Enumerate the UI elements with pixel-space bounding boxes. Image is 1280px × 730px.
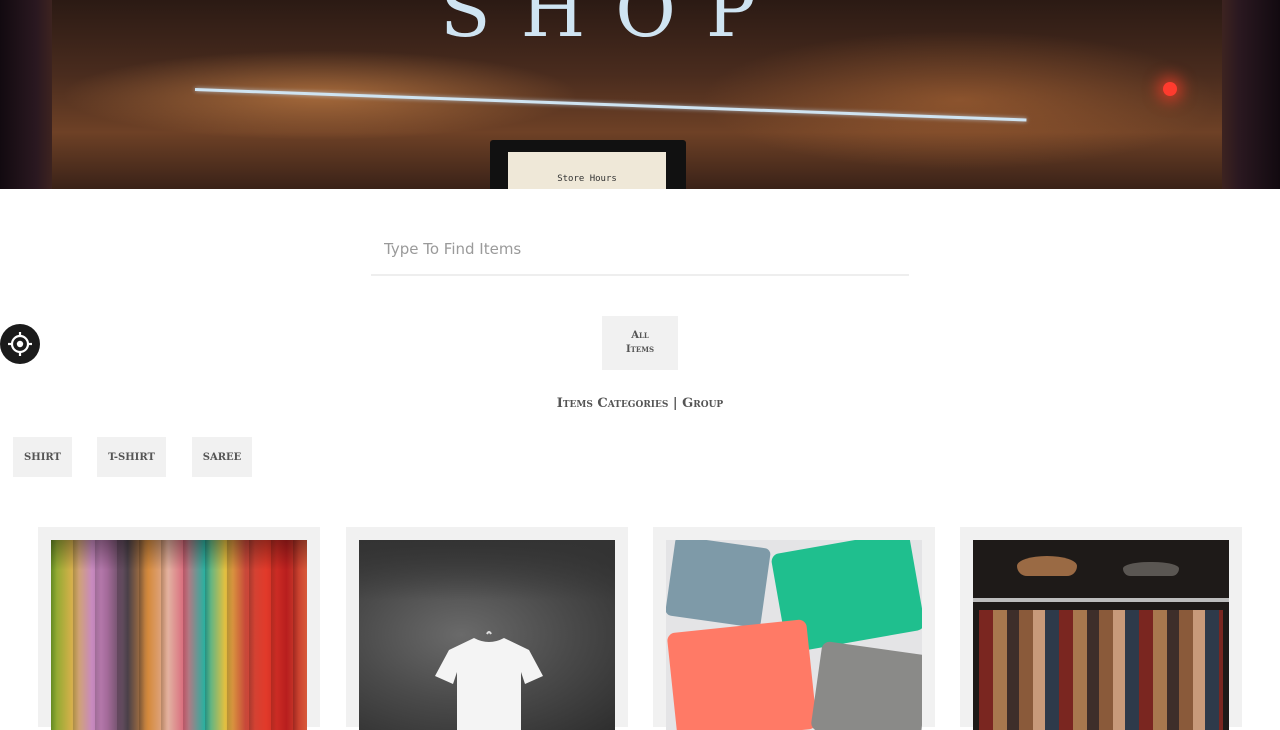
product-card[interactable] [960,527,1242,730]
all-items-label-line1: All [631,330,649,341]
scarves-photo [51,540,307,730]
category-saree-button[interactable]: SAREE [192,437,252,477]
white-tshirt-photo [359,540,615,730]
category-tshirt-button[interactable]: T-SHIRT [97,437,166,477]
product-card[interactable] [653,527,935,730]
product-card[interactable] [38,527,320,730]
product-card[interactable] [346,527,628,730]
hero-red-light [1163,82,1177,96]
all-items-button[interactable]: All Items [602,316,678,370]
hero-window-frame-left [0,0,52,189]
category-shirt-button[interactable]: SHIRT [13,437,72,477]
accessibility-icon [8,332,32,356]
categories-heading: Items Categories | Group [556,396,724,411]
shirt-rack-photo [973,540,1229,730]
search-input[interactable] [371,224,909,276]
hero-banner: SHOP Store Hours [0,0,1280,189]
accessibility-button[interactable] [0,324,40,364]
hero-shop-sign: SHOP [440,0,786,54]
polo-shirts-photo [666,540,922,730]
all-items-label: All Items [626,329,654,357]
hero-window-frame-right [1222,0,1280,189]
store-hours-text: Store Hours [557,174,617,184]
all-items-label-line2: Items [625,344,655,355]
